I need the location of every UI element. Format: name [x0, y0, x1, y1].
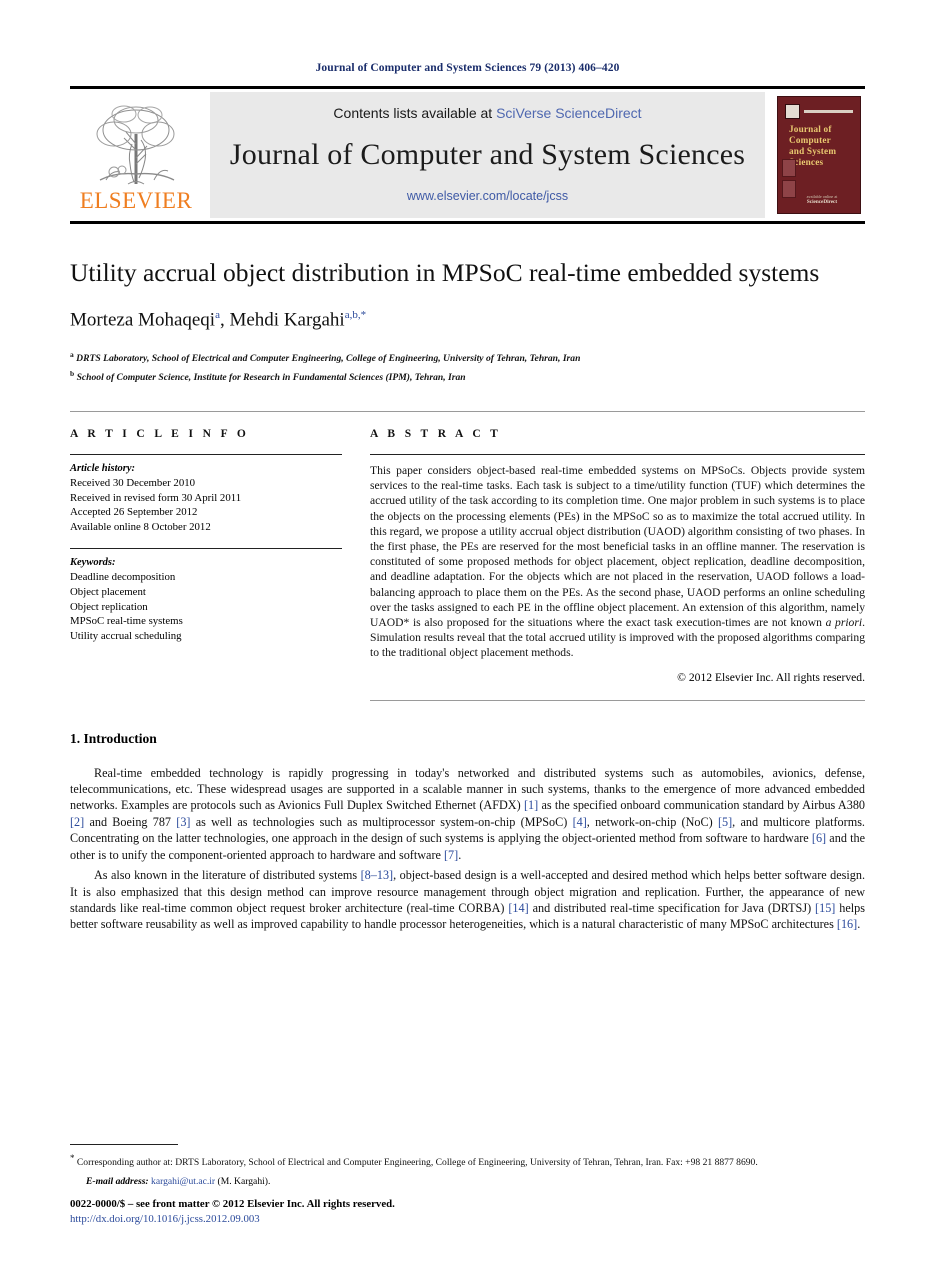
abstract-text: This paper considers object-based real-t…: [370, 463, 865, 661]
p1-seg: and Boeing 787: [84, 814, 177, 829]
article-info-heading: A R T I C L E I N F O: [70, 428, 250, 441]
author-name-1: Morteza Mohaqeqi: [70, 309, 216, 331]
contents-prefix: Contents lists available at: [333, 105, 497, 121]
journal-masthead: ELSEVIER Contents lists available at Sci…: [70, 86, 865, 224]
email-footnote: E-mail address: kargahi@ut.ac.ir (M. Kar…: [70, 1175, 865, 1188]
history-item: Received 30 December 2010: [70, 477, 196, 490]
cover-title-line4: Sciences: [789, 157, 824, 167]
keyword-item: Deadline decomposition: [70, 571, 176, 584]
abstract-text-italic: a priori: [825, 616, 863, 630]
elsevier-tree-icon: [96, 105, 175, 185]
info-abstract-row: A R T I C L E I N F O Article history: R…: [70, 411, 865, 701]
keyword-item: Object placement: [70, 585, 146, 598]
elsevier-logo: ELSEVIER: [70, 92, 202, 218]
corresponding-author-marker: *: [360, 309, 367, 322]
cover-title-line2: Computer: [789, 135, 831, 145]
citation-ref[interactable]: [7]: [444, 848, 458, 862]
footnote-rule: [70, 1143, 178, 1145]
citation-ref[interactable]: [5]: [718, 815, 732, 829]
cover-title-line3: and System: [789, 146, 837, 156]
citation-ref[interactable]: [6]: [812, 831, 826, 845]
sciencedirect-link[interactable]: SciVerse ScienceDirect: [496, 105, 642, 121]
cover-bottom-brand: ScienceDirect: [806, 199, 838, 205]
keyword-item: Utility accrual scheduling: [70, 629, 182, 642]
paragraph-1: Real-time embedded technology is rapidly…: [70, 765, 865, 863]
footnote-block: * Corresponding author at: DRTS Laborato…: [70, 1143, 865, 1188]
affiliation-a-marker: a: [70, 349, 74, 359]
author-list: Morteza Mohaqeqia, Mehdi Kargahia,b,*: [70, 309, 367, 331]
abstract-rule-bottom: [370, 699, 865, 701]
email-link[interactable]: kargahi@ut.ac.ir: [151, 1176, 215, 1187]
running-head: Journal of Computer and System Sciences …: [315, 62, 620, 74]
masthead-center-panel: Contents lists available at SciVerse Sci…: [210, 92, 765, 218]
affiliation-b-marker: b: [70, 369, 75, 379]
corresponding-author-text: Corresponding author at: DRTS Laboratory…: [76, 1157, 758, 1168]
abstract-column: A B S T R A C T This paper considers obj…: [370, 428, 865, 701]
keyword-item: Object replication: [70, 600, 148, 613]
p1-seg: .: [458, 847, 462, 862]
author-2-affiliation-marker: a,b,: [344, 309, 361, 322]
history-item: Received in revised form 30 April 2011: [70, 491, 242, 504]
corresponding-author-footnote: * Corresponding author at: DRTS Laborato…: [70, 1152, 865, 1169]
page-title: Utility accrual object distribution in M…: [70, 258, 820, 287]
elsevier-wordmark: ELSEVIER: [79, 188, 193, 213]
citation-ref[interactable]: [16]: [837, 917, 857, 931]
doi-link[interactable]: http://dx.doi.org/10.1016/j.jcss.2012.09…: [70, 1212, 395, 1227]
abstract-copyright: © 2012 Elsevier Inc. All rights reserved…: [677, 670, 865, 684]
citation-ref[interactable]: [15]: [815, 901, 835, 915]
cover-art: Journal of Computer and System Sciences …: [777, 96, 861, 214]
cover-bottom-text: available online at ScienceDirect: [792, 194, 852, 205]
issn-copyright-line: 0022-0000/$ – see front matter © 2012 El…: [70, 1198, 395, 1210]
p1-seg: as the specified onboard communication s…: [538, 798, 866, 813]
article-history-list: Received 30 December 2010 Received in re…: [70, 476, 342, 534]
title-block: Utility accrual object distribution in M…: [70, 258, 865, 385]
abstract-text-part1: This paper considers object-based real-t…: [370, 464, 865, 630]
journal-title: Journal of Computer and System Sciences: [229, 138, 746, 171]
p2-seg: .: [857, 917, 861, 932]
affiliation-a-text: DRTS Laboratory, School of Electrical an…: [76, 352, 581, 364]
cover-title-line1: Journal of: [789, 124, 832, 134]
citation-ref[interactable]: [14]: [508, 901, 528, 915]
cover-rule: [804, 110, 853, 113]
section-heading-introduction: 1. Introduction: [70, 730, 157, 746]
imprint-block: 0022-0000/$ – see front matter © 2012 El…: [70, 1197, 395, 1226]
cover-topbar: [785, 104, 853, 119]
article-info-rule-top: [70, 454, 342, 456]
article-history-label: Article history:: [70, 463, 136, 475]
cover-elsevier-mark-icon: [785, 104, 800, 119]
journal-cover-thumbnail: Journal of Computer and System Sciences …: [773, 92, 865, 218]
affiliation-a: a DRTS Laboratory, School of Electrical …: [70, 348, 865, 366]
email-suffix: (M. Kargahi).: [217, 1176, 271, 1187]
cover-title: Journal of Computer and System Sciences: [789, 124, 855, 168]
abstract-rule-top: [370, 454, 865, 456]
citation-ref[interactable]: [3]: [176, 815, 190, 829]
p2-seg: As also known in the literature of distr…: [94, 868, 361, 883]
citation-ref[interactable]: [4]: [573, 815, 587, 829]
email-label: E-mail address:: [86, 1176, 149, 1187]
paper-page: Journal of Computer and System Sciences …: [0, 0, 935, 1266]
citation-ref[interactable]: [1]: [524, 798, 538, 812]
journal-homepage-url[interactable]: www.elsevier.com/locate/jcss: [407, 189, 568, 203]
history-item: Accepted 26 September 2012: [70, 506, 198, 519]
keywords-label: Keywords:: [70, 557, 116, 569]
article-info-rule-mid: [70, 548, 342, 550]
keywords-list: Deadline decomposition Object placement …: [70, 570, 342, 643]
paragraph-2: As also known in the literature of distr…: [70, 867, 865, 933]
citation-ref[interactable]: [2]: [70, 815, 84, 829]
p1-seg: as well as technologies such as multipro…: [190, 814, 573, 829]
author-name-2: Mehdi Kargahi: [229, 309, 345, 331]
contents-available-line: Contents lists available at SciVerse Sci…: [333, 105, 641, 121]
history-item: Available online 8 October 2012: [70, 520, 211, 533]
affiliation-b: b School of Computer Science, Institute …: [70, 367, 865, 385]
author-1-affiliation-marker: a: [215, 309, 220, 322]
citation-ref[interactable]: [8–13]: [361, 868, 394, 882]
affiliation-b-text: School of Computer Science, Institute fo…: [76, 372, 466, 384]
p1-seg: , network-on-chip (NoC): [586, 814, 718, 829]
p2-seg: and distributed real-time specification …: [528, 900, 816, 915]
abstract-heading: A B S T R A C T: [370, 428, 502, 441]
keyword-item: MPSoC real-time systems: [70, 615, 183, 628]
footnote-star-marker: *: [70, 1152, 75, 1163]
article-info-column: A R T I C L E I N F O Article history: R…: [70, 428, 342, 701]
body-section: 1. Introduction Real-time embedded techn…: [70, 731, 865, 933]
